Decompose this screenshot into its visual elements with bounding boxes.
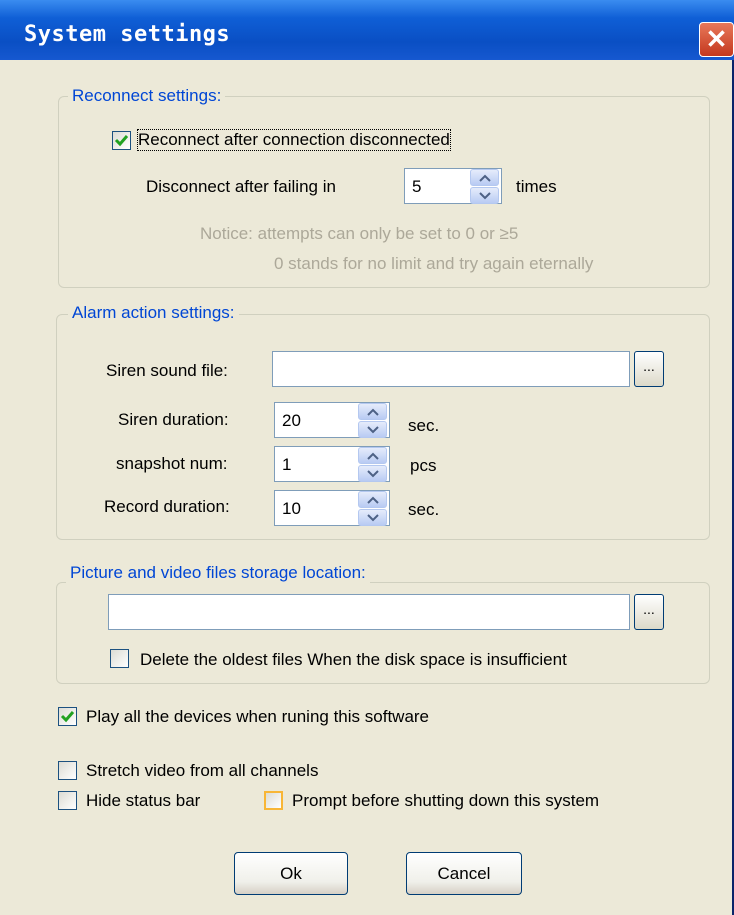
chevron-up-icon <box>479 174 491 182</box>
window-title: System settings <box>24 22 231 47</box>
ok-button[interactable]: Ok <box>234 852 348 895</box>
chevron-down-icon <box>367 470 379 478</box>
siren-duration-unit: sec. <box>408 416 440 435</box>
reconnect-checkbox-label[interactable]: Reconnect after connection disconnected <box>137 129 451 151</box>
stretch-video-label[interactable]: Stretch video from all channels <box>86 761 318 781</box>
storage-browse-button[interactable]: ... <box>634 594 664 630</box>
siren-duration-input[interactable]: 20 <box>274 402 390 438</box>
fail-count-value: 5 <box>412 177 422 196</box>
fail-count-down-button[interactable] <box>470 187 499 204</box>
fail-count-spinner[interactable] <box>470 168 499 204</box>
siren-file-browse-button[interactable]: ... <box>634 351 664 387</box>
reconnect-notice-line-1: Notice: attempts can only be set to 0 or… <box>200 224 519 243</box>
cancel-button[interactable]: Cancel <box>406 852 522 895</box>
chevron-up-icon <box>367 452 379 460</box>
hide-status-bar-label[interactable]: Hide status bar <box>86 791 200 811</box>
siren-duration-down-button[interactable] <box>358 421 387 438</box>
siren-duration-up-button[interactable] <box>358 403 387 420</box>
siren-sound-file-label: Siren sound file: <box>106 361 228 380</box>
prompt-shutdown-label[interactable]: Prompt before shutting down this system <box>292 791 599 811</box>
snapshot-num-unit: pcs <box>410 456 437 475</box>
delete-oldest-checkbox[interactable] <box>110 649 129 668</box>
siren-duration-label: Siren duration: <box>118 410 229 429</box>
fail-count-unit: times <box>516 177 557 196</box>
delete-oldest-label[interactable]: Delete the oldest files When the disk sp… <box>140 650 567 670</box>
system-settings-dialog: System settings ✕ Reconnect settings: Re… <box>0 0 734 915</box>
reconnect-settings-title: Reconnect settings: <box>68 86 226 106</box>
siren-duration-value: 20 <box>282 411 301 430</box>
reconnect-notice-line-2: 0 stands for no limit and try again eter… <box>274 254 594 273</box>
snapshot-num-input[interactable]: 1 <box>274 446 390 482</box>
record-duration-up-button[interactable] <box>358 491 387 508</box>
reconnect-checkbox[interactable] <box>112 131 131 150</box>
check-icon <box>60 711 75 723</box>
storage-path-input[interactable] <box>108 594 630 630</box>
record-duration-down-button[interactable] <box>358 509 387 526</box>
storage-location-title: Picture and video files storage location… <box>66 563 370 583</box>
alarm-action-settings-title: Alarm action settings: <box>68 303 239 323</box>
close-button[interactable]: ✕ <box>699 22 734 57</box>
chevron-down-icon <box>367 426 379 434</box>
fail-count-input[interactable]: 5 <box>404 168 502 204</box>
hide-status-bar-checkbox[interactable] <box>58 791 77 810</box>
siren-duration-spinner[interactable] <box>358 402 387 438</box>
snapshot-num-value: 1 <box>282 455 292 474</box>
snapshot-num-label: snapshot num: <box>116 454 228 473</box>
snapshot-num-spinner[interactable] <box>358 446 387 482</box>
record-duration-unit: sec. <box>408 500 440 519</box>
fail-count-up-button[interactable] <box>470 169 499 186</box>
check-icon <box>114 135 129 147</box>
disconnect-fail-label: Disconnect after failing in <box>146 177 336 196</box>
play-all-checkbox[interactable] <box>58 707 77 726</box>
close-icon: ✕ <box>705 24 728 54</box>
record-duration-input[interactable]: 10 <box>274 490 390 526</box>
chevron-up-icon <box>367 496 379 504</box>
chevron-down-icon <box>367 514 379 522</box>
siren-sound-file-input[interactable] <box>272 351 630 387</box>
prompt-shutdown-checkbox[interactable] <box>264 791 283 810</box>
record-duration-label: Record duration: <box>104 497 230 516</box>
stretch-video-checkbox[interactable] <box>58 761 77 780</box>
snapshot-num-up-button[interactable] <box>358 447 387 464</box>
snapshot-num-down-button[interactable] <box>358 465 387 482</box>
chevron-up-icon <box>367 408 379 416</box>
title-bar[interactable]: System settings ✕ <box>0 0 734 60</box>
play-all-label[interactable]: Play all the devices when runing this so… <box>86 707 429 727</box>
chevron-down-icon <box>479 192 491 200</box>
record-duration-value: 10 <box>282 499 301 518</box>
record-duration-spinner[interactable] <box>358 490 387 526</box>
